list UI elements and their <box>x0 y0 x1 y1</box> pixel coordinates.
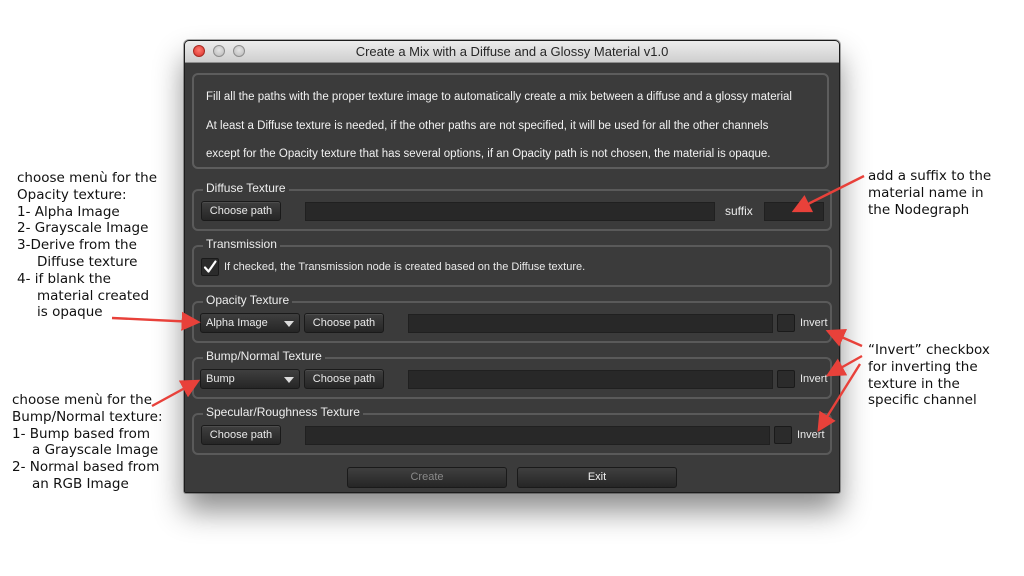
instructions-box: Fill all the paths with the proper textu… <box>192 73 829 169</box>
annotation-line: 3-Derive from the <box>17 237 137 254</box>
opacity-texture-title: Opacity Texture <box>203 293 293 307</box>
opacity-invert-checkbox[interactable] <box>777 314 795 332</box>
bump-path-field[interactable] <box>408 370 773 389</box>
dialog-window: Create a Mix with a Diffuse and a Glossy… <box>184 40 840 493</box>
title-bar[interactable]: Create a Mix with a Diffuse and a Glossy… <box>185 41 839 63</box>
opacity-mode-value: Alpha Image <box>206 317 268 329</box>
bump-invert-label: Invert <box>800 373 828 385</box>
create-button[interactable]: Create <box>347 467 507 488</box>
chevron-down-icon <box>284 377 294 383</box>
specular-invert-checkbox[interactable] <box>774 426 792 444</box>
annotation-bump-menu: choose menù for the Bump/Normal texture:… <box>12 392 163 493</box>
annotation-invert-note: “Invert” checkbox for inverting the text… <box>868 342 990 409</box>
opacity-choose-path-button[interactable]: Choose path <box>304 313 384 333</box>
annotation-line: material name in <box>868 184 984 201</box>
transmission-checkbox[interactable] <box>201 258 219 276</box>
exit-button[interactable]: Exit <box>517 467 677 488</box>
checkmark-icon <box>203 260 217 273</box>
annotation-line: a Grayscale Image <box>32 442 159 459</box>
bump-choose-path-button[interactable]: Choose path <box>304 369 384 389</box>
transmission-checkbox-label: If checked, the Transmission node is cre… <box>224 261 586 273</box>
annotation-line: is opaque <box>37 304 103 321</box>
specular-roughness-texture-group: Specular/Roughness Texture Choose path I… <box>192 405 832 455</box>
annotation-line: 1- Alpha Image <box>17 203 120 220</box>
specular-invert-label: Invert <box>797 429 825 441</box>
bump-mode-value: Bump <box>206 373 235 385</box>
annotation-line: specific channel <box>868 392 977 409</box>
annotation-line: material created <box>37 287 150 304</box>
annotation-line: 2- Grayscale Image <box>17 220 149 237</box>
specular-path-field[interactable] <box>305 426 770 445</box>
transmission-group: Transmission If checked, the Transmissio… <box>192 237 832 287</box>
opacity-texture-group: Opacity Texture Alpha Image Choose path … <box>192 293 832 343</box>
annotation-line: choose menù for the <box>12 392 152 408</box>
annotation-line: add a suffix to the <box>868 168 992 184</box>
annotation-line: Bump/Normal texture: <box>12 408 163 425</box>
annotation-line: for inverting the <box>868 358 978 375</box>
annotation-line: the Nodegraph <box>868 201 970 218</box>
suffix-label: suffix <box>725 204 753 218</box>
annotation-line: 1- Bump based from <box>12 425 151 442</box>
diffuse-texture-title: Diffuse Texture <box>203 181 289 195</box>
instruction-line: At least a Diffuse texture is needed, if… <box>206 119 769 132</box>
opacity-path-field[interactable] <box>408 314 773 333</box>
annotation-opacity-menu: choose menù for the Opacity texture: 1- … <box>17 170 157 321</box>
diffuse-path-field[interactable] <box>305 202 715 221</box>
annotation-line: Diffuse texture <box>37 253 138 270</box>
dialog-content: Fill all the paths with the proper textu… <box>185 63 839 492</box>
annotation-line: 4- if blank the <box>17 270 111 287</box>
suffix-input[interactable] <box>764 202 824 221</box>
diffuse-texture-group: Diffuse Texture Choose path suffix <box>192 181 832 231</box>
instruction-line: Fill all the paths with the proper textu… <box>206 91 792 103</box>
bump-mode-dropdown[interactable]: Bump <box>200 369 300 389</box>
specular-choose-path-button[interactable]: Choose path <box>201 425 281 445</box>
annotation-line: “Invert” checkbox <box>868 342 990 358</box>
opacity-invert-label: Invert <box>800 317 828 329</box>
window-title: Create a Mix with a Diffuse and a Glossy… <box>355 44 669 59</box>
transmission-title: Transmission <box>203 237 280 251</box>
annotation-line: texture in the <box>868 375 960 392</box>
annotation-line: 2- Normal based from <box>12 459 160 476</box>
annotation-line: choose menù for the <box>17 170 157 186</box>
diffuse-choose-path-button[interactable]: Choose path <box>201 201 281 221</box>
annotation-line: an RGB Image <box>32 475 129 492</box>
annotation-suffix-note: add a suffix to the material name in the… <box>868 168 991 218</box>
annotation-line: Opacity texture: <box>17 186 127 203</box>
opacity-mode-dropdown[interactable]: Alpha Image <box>200 313 300 333</box>
instruction-line: except for the Opacity texture that has … <box>206 148 771 160</box>
chevron-down-icon <box>284 321 294 327</box>
bump-normal-texture-title: Bump/Normal Texture <box>203 349 325 363</box>
bump-normal-texture-group: Bump/Normal Texture Bump Choose path Inv… <box>192 349 832 399</box>
specular-roughness-texture-title: Specular/Roughness Texture <box>203 405 363 419</box>
bump-invert-checkbox[interactable] <box>777 370 795 388</box>
